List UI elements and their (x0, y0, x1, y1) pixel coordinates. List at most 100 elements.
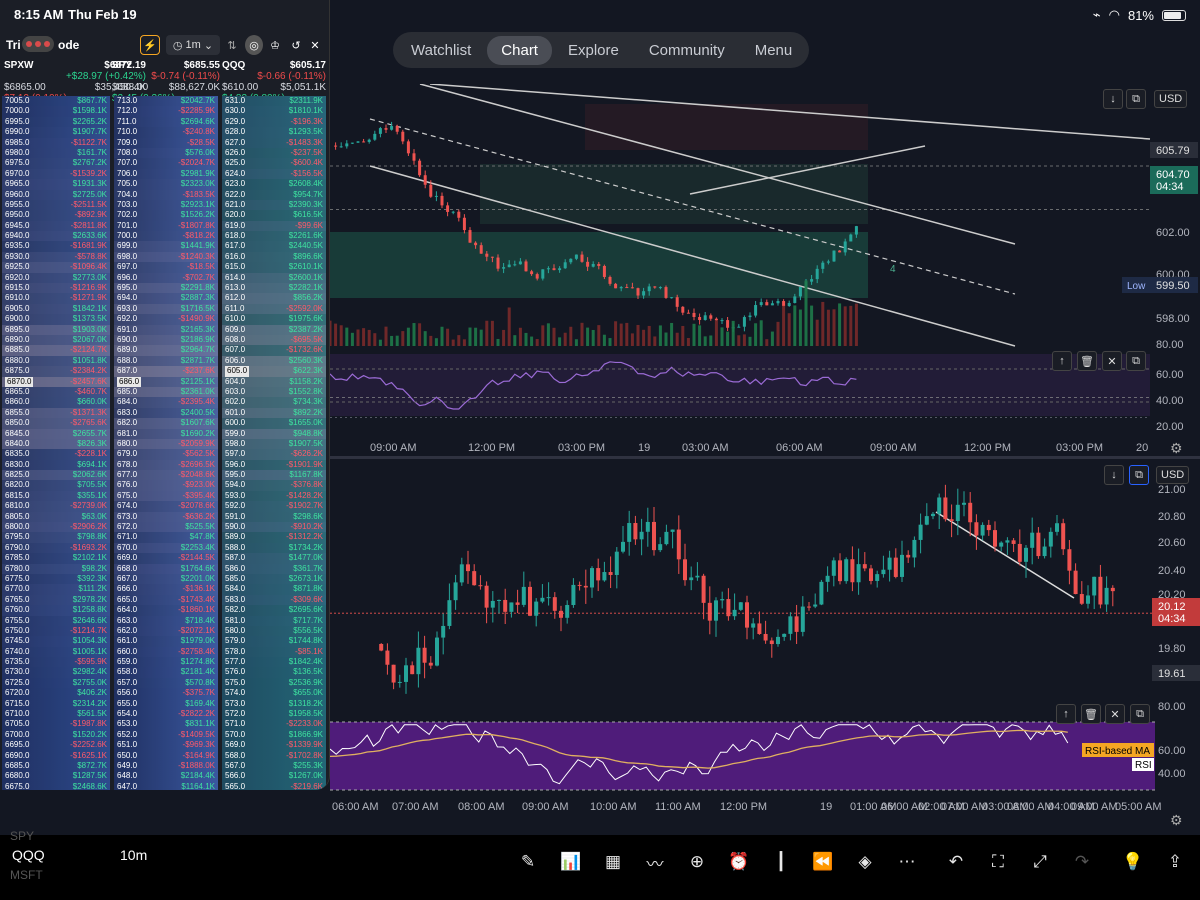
ladder-row[interactable]: 589.0 -$1312.2K (222, 532, 326, 543)
ladder-row[interactable]: 702.0 $1526.2K (114, 210, 218, 221)
ladder-row[interactable]: 684.0 -$2395.4K (114, 397, 218, 408)
ladder-row[interactable]: 701.0 -$1807.8K (114, 220, 218, 232)
ladder-row[interactable]: 602.0 $734.3K (222, 397, 326, 408)
ladder-row[interactable]: 657.0 $570.8K (114, 677, 218, 689)
ladder-row[interactable]: 586.0 $361.7K (222, 563, 326, 574)
currency-select-2[interactable]: USD (1156, 466, 1190, 484)
ladder-row[interactable]: 6735.0 -$595.9K (2, 657, 110, 668)
ladder-row[interactable]: 590.0 -$910.2K (222, 522, 326, 533)
ladder-row[interactable]: 6765.0 $2978.2K (2, 594, 110, 606)
ladder-row[interactable]: 608.0 -$695.5K (222, 334, 326, 346)
ladder-row[interactable]: 618.0 $2261.6K (222, 231, 326, 242)
ladder-row[interactable]: 7005.0 $867.7K (2, 96, 110, 107)
compare-icon[interactable]: 〰 (642, 849, 668, 875)
ladder-row[interactable]: 6965.0 $1931.3K (2, 179, 110, 190)
undo-icon[interactable]: ↶ (943, 849, 969, 875)
ladder-row[interactable]: 676.0 -$923.0K (114, 480, 218, 491)
ladder-row[interactable]: 573.0 $1318.2K (222, 698, 326, 710)
ladder-row[interactable]: 614.0 $2600.1K (222, 272, 326, 284)
ladder-row[interactable]: 6915.0 -$1216.9K (2, 283, 110, 294)
ladder-row[interactable]: 6805.0 $63.0K (2, 511, 110, 523)
ladder-row[interactable]: 709.0 -$28.5K (114, 137, 218, 148)
ladder-row[interactable]: 6700.0 $1520.2K (2, 729, 110, 741)
ladder-row[interactable]: 697.0 -$18.5K (114, 262, 218, 273)
ladder-row[interactable]: 6675.0 $2468.6K (2, 781, 110, 790)
ladder-row[interactable]: 650.0 -$164.9K (114, 750, 218, 761)
ladder-column-spxw[interactable]: 7005.0 $867.7K 7000.0 $1598.1K 6995.0 $2265.2… (2, 96, 110, 790)
ladder-row[interactable]: 6995.0 $2265.2K (2, 116, 110, 128)
maximize-icon[interactable]: ⧉ (1126, 89, 1146, 109)
target-icon[interactable]: ◎ (245, 35, 263, 55)
ladder-row[interactable]: 6980.0 $161.7K (2, 147, 110, 159)
ladder-row[interactable]: 6945.0 -$2811.8K (2, 220, 110, 232)
ladder-row[interactable]: 6705.0 -$1987.8K (2, 719, 110, 730)
ladder-row[interactable]: 688.0 $2871.7K (114, 355, 218, 367)
ladder-row[interactable]: 6690.0 -$1625.1K (2, 750, 110, 761)
ladder-row[interactable]: 674.0 -$2078.6K (114, 501, 218, 512)
ladder-row[interactable]: 571.0 -$2233.0K (222, 719, 326, 730)
top-price-chart[interactable]: 4605.79604.7004:34602.00600.00Low 599.505… (330, 84, 1200, 456)
ladder-row[interactable]: 6760.0 $1258.8K (2, 605, 110, 616)
ladder-row[interactable]: 6755.0 $2646.6K (2, 615, 110, 626)
collapse-icon-2[interactable]: ✕ (1105, 704, 1125, 724)
ladder-row[interactable]: 6830.0 $694.1K (2, 459, 110, 471)
ladder-row[interactable]: 6855.0 -$1371.3K (2, 407, 110, 419)
ladder-row[interactable]: 689.0 $2964.7K (114, 345, 218, 356)
ladder-row[interactable]: 6840.0 $826.3K (2, 438, 110, 450)
ladder-row[interactable]: 667.0 $2201.0K (114, 573, 218, 585)
ladder-row[interactable]: 655.0 $169.4K (114, 698, 218, 710)
ladder-row[interactable]: 694.0 $2887.3K (114, 293, 218, 304)
window-dots[interactable] (22, 36, 54, 52)
ladder-row[interactable]: 616.0 $896.6K (222, 251, 326, 263)
ladder-row[interactable]: 6865.0 -$460.7K (2, 386, 110, 398)
ladder-row[interactable]: 580.0 $556.5K (222, 625, 326, 637)
ladder-row[interactable]: 699.0 $1441.9K (114, 241, 218, 252)
ladder-row[interactable]: 704.0 -$183.5K (114, 189, 218, 200)
ladder-row[interactable]: 624.0 -$156.5K (222, 168, 326, 180)
ladder-row[interactable]: 592.0 -$1902.7K (222, 501, 326, 512)
ladder-column-spy[interactable]: 713.0 $2042.7K 712.0 -$2285.9K 711.0 $2694.6K… (114, 96, 218, 790)
redo-icon[interactable]: ↷ (1069, 849, 1095, 875)
ladder-row[interactable]: 623.0 $2608.4K (222, 179, 326, 190)
move-up-icon[interactable]: ↑ (1052, 351, 1072, 371)
ladder-row[interactable]: 680.0 -$2059.9K (114, 438, 218, 450)
ladder-row[interactable]: 661.0 $1979.0K (114, 636, 218, 647)
ladder-row[interactable]: 679.0 -$562.5K (114, 449, 218, 460)
ladder-row[interactable]: 708.0 $576.0K (114, 147, 218, 159)
ladder-row[interactable]: 707.0 -$2024.7K (114, 158, 218, 169)
ladder-row[interactable]: 712.0 -$2285.9K (114, 106, 218, 117)
option-ladder-panel[interactable]: Tri ode ⚡ ◷ 1m ⌄ ⇅ ◎ ♔ ↺ ✕ SPXW $6872.19 … (0, 0, 330, 790)
ladder-row[interactable]: 570.0 $1866.9K (222, 729, 326, 741)
ladder-row[interactable]: 6815.0 $355.1K (2, 490, 110, 502)
ladder-row[interactable]: 6960.0 $2725.0K (2, 189, 110, 200)
ladder-row[interactable]: 6870.0 -$2457.6K (2, 376, 110, 387)
draw-icon[interactable]: ✎ (515, 849, 541, 875)
ladder-row[interactable]: 609.0 $2387.2K (222, 324, 326, 335)
tab-chart[interactable]: Chart (487, 35, 552, 65)
sort-icon[interactable]: ⇅ (224, 35, 240, 55)
candle-type-icon[interactable]: ┃ (768, 849, 794, 875)
ladder-row[interactable]: 582.0 $2695.6K (222, 605, 326, 616)
ladder-row[interactable]: 565.0 -$219.6K (222, 781, 326, 790)
ladder-row[interactable]: 6910.0 -$1271.9K (2, 293, 110, 304)
ladder-row[interactable]: 578.0 -$85.1K (222, 646, 326, 658)
tab-community[interactable]: Community (635, 36, 739, 65)
ladder-row[interactable]: 6745.0 $1054.3K (2, 636, 110, 647)
ladder-row[interactable]: 6725.0 $2755.0K (2, 677, 110, 689)
ladder-row[interactable]: 629.0 -$196.3K (222, 116, 326, 128)
ladder-row[interactable]: 574.0 $655.0K (222, 688, 326, 699)
alert-icon[interactable]: ⏰ (726, 849, 752, 875)
tab-menu[interactable]: Menu (741, 36, 807, 65)
scroll-down-icon[interactable]: ↓ (1103, 89, 1123, 109)
ladder-row[interactable]: 585.0 $2673.1K (222, 573, 326, 585)
ladder-row[interactable]: 7000.0 $1598.1K (2, 106, 110, 117)
ladder-row[interactable]: 6775.0 $392.3K (2, 573, 110, 585)
tab-watchlist[interactable]: Watchlist (397, 36, 485, 65)
ladder-row[interactable]: 6780.0 $98.2K (2, 563, 110, 574)
ladder-row[interactable]: 598.0 $1907.5K (222, 438, 326, 450)
ladder-row[interactable]: 6820.0 $705.5K (2, 480, 110, 491)
ladder-row[interactable]: 601.0 $892.2K (222, 407, 326, 419)
ladder-row[interactable]: 660.0 -$2758.4K (114, 646, 218, 658)
select-icon[interactable]: ⛶ (985, 849, 1011, 875)
ladder-row[interactable]: 675.0 -$395.4K (114, 490, 218, 502)
